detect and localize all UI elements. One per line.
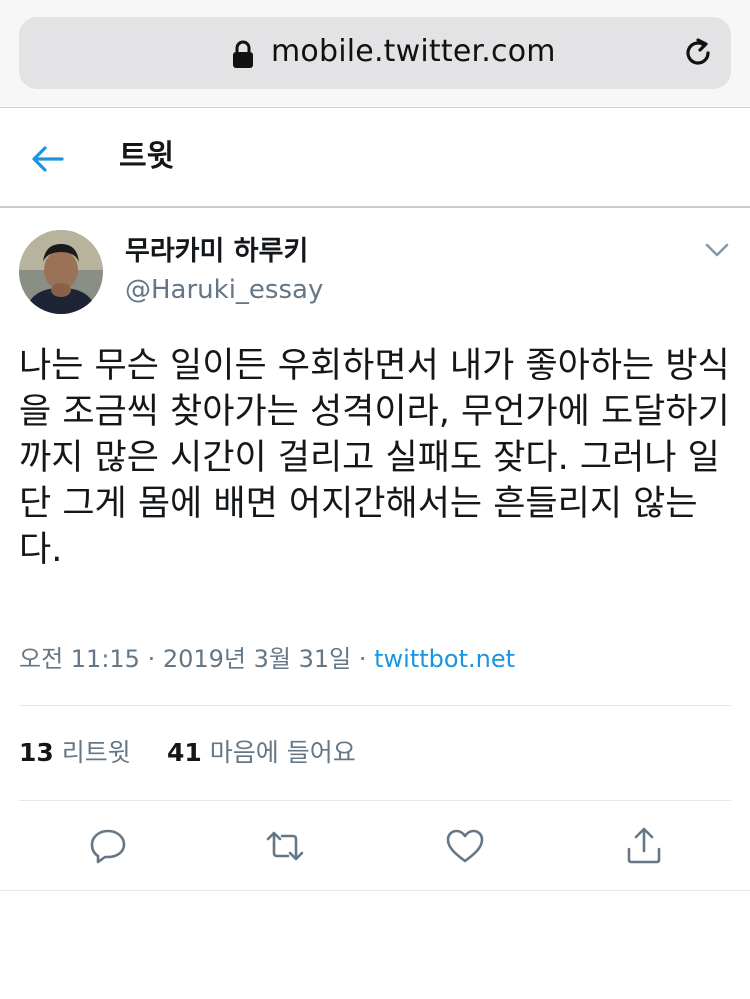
retweet-icon[interactable] (265, 826, 305, 866)
retweets-count: 13 (19, 738, 54, 767)
tweet-time: 오전 11:15 (19, 645, 140, 673)
lock-icon (232, 39, 254, 69)
reload-icon[interactable] (681, 36, 715, 70)
url-text: mobile.twitter.com (271, 34, 556, 69)
share-icon[interactable] (624, 826, 664, 866)
meta-separator: · (351, 645, 375, 673)
reply-icon[interactable] (88, 826, 128, 866)
divider (19, 705, 731, 706)
tweet-date: 2019년 3월 31일 (162, 645, 352, 673)
avatar[interactable] (19, 230, 103, 314)
divider (19, 800, 731, 801)
author-handle[interactable]: @Haruki_essay (125, 273, 323, 307)
browser-toolbar: mobile.twitter.com (0, 0, 750, 108)
retweets-label: 리트윗 (61, 738, 131, 767)
likes-count: 41 (167, 738, 202, 767)
chevron-down-icon[interactable] (703, 238, 731, 262)
meta-separator: · (139, 645, 163, 673)
page-title: 트윗 (119, 139, 175, 174)
likes-label: 마음에 들어요 (209, 738, 356, 767)
divider (0, 890, 750, 891)
arrow-left-icon[interactable] (30, 141, 66, 177)
page-header: 트윗 (0, 109, 750, 208)
heart-icon[interactable] (445, 826, 485, 866)
address-bar[interactable]: mobile.twitter.com (19, 17, 731, 89)
likes-stat[interactable]: 41 마음에 들어요 (167, 735, 356, 771)
tweet-timestamp: 오전 11:15 · 2019년 3월 31일 · twittbot.net (19, 642, 515, 676)
tweet-source-link[interactable]: twittbot.net (374, 645, 515, 673)
author-display-name[interactable]: 무라카미 하루키 (125, 235, 308, 269)
retweets-stat[interactable]: 13 리트윗 (19, 735, 131, 771)
tweet-text: 나는 무슨 일이든 우회하면서 내가 좋아하는 방식을 조금씩 찾아가는 성격이… (19, 346, 730, 570)
